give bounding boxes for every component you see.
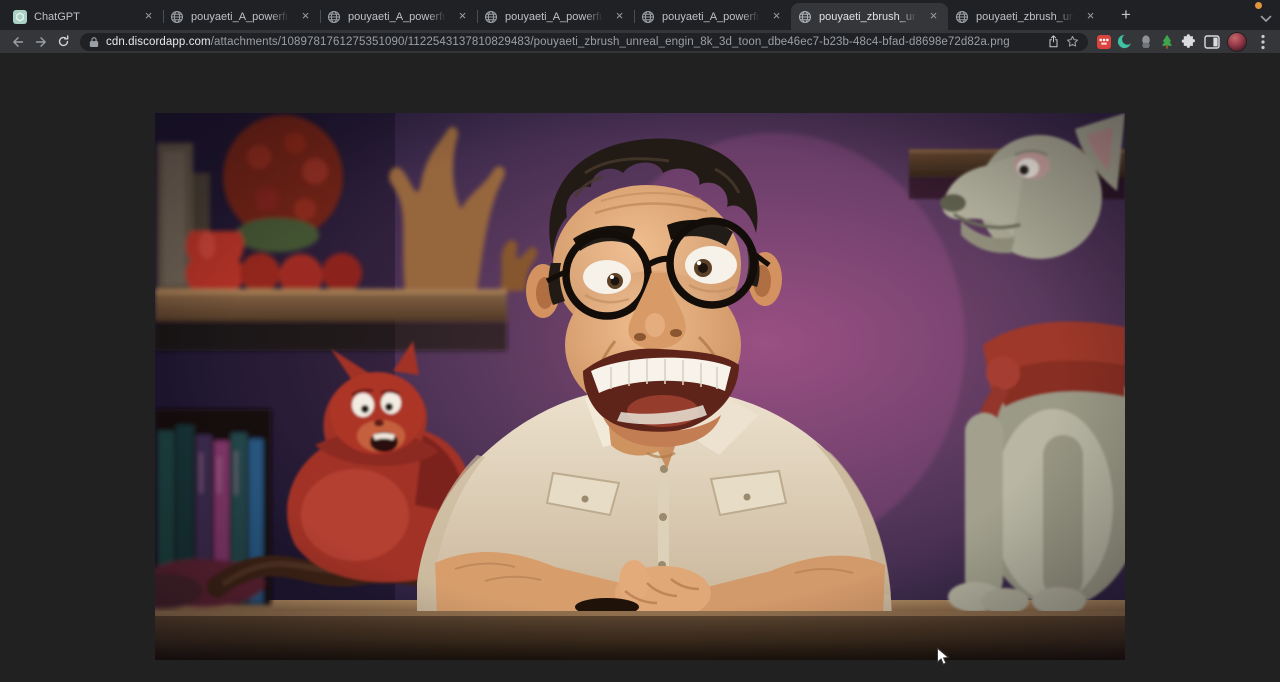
tab-search-chevron-icon[interactable] xyxy=(1260,10,1272,28)
tab-pouyaeti-powerful-3[interactable]: pouyaeti_A_powerful_modern × xyxy=(477,3,634,30)
artwork-vignette xyxy=(155,113,1125,660)
update-notification-dot xyxy=(1255,2,1262,9)
globe-favicon-icon xyxy=(484,10,498,24)
url-domain: cdn.discordapp.com xyxy=(106,36,211,48)
url-text: cdn.discordapp.com/attachments/108978176… xyxy=(106,36,1041,48)
globe-favicon-icon xyxy=(798,10,812,24)
browser-window: ChatGPT × pouyaeti_A_powerful_modern × p… xyxy=(0,0,1280,682)
profile-avatar[interactable] xyxy=(1227,32,1247,52)
tab-title: pouyaeti_A_powerful_modern xyxy=(662,11,762,23)
extensions-puzzle-icon[interactable] xyxy=(1177,31,1200,52)
tab-title: pouyaeti_A_powerful_modern xyxy=(191,11,291,23)
tab-pouyaeti-powerful-1[interactable]: pouyaeti_A_powerful_modern × xyxy=(163,3,320,30)
tree-extension-icon[interactable] xyxy=(1156,31,1177,52)
dark-reader-moon-icon[interactable] xyxy=(1114,31,1135,52)
globe-favicon-icon xyxy=(327,10,341,24)
discord-image-attachment[interactable] xyxy=(155,113,1125,660)
page-content xyxy=(0,53,1280,682)
address-bar[interactable]: cdn.discordapp.com/attachments/108978176… xyxy=(80,33,1088,51)
tab-pouyaeti-powerful-4[interactable]: pouyaeti_A_powerful_modern × xyxy=(634,3,791,30)
new-tab-button[interactable]: + xyxy=(1114,3,1138,27)
padlock-icon[interactable] xyxy=(89,36,99,48)
url-path: /attachments/1089781761275351090/1122543… xyxy=(211,36,1010,48)
tab-title: pouyaeti_zbrush_unreal_engin xyxy=(819,11,919,23)
chatgpt-favicon-icon xyxy=(13,10,27,24)
reload-button[interactable] xyxy=(52,31,75,52)
globe-favicon-icon xyxy=(641,10,655,24)
gray-extension-icon[interactable] xyxy=(1135,31,1156,52)
red-grid-extension-icon[interactable] xyxy=(1093,31,1114,52)
share-icon[interactable] xyxy=(1048,35,1059,48)
browser-toolbar: cdn.discordapp.com/attachments/108978176… xyxy=(0,30,1280,53)
tab-title: pouyaeti_A_powerful_modern xyxy=(505,11,605,23)
tab-close-button[interactable]: × xyxy=(298,9,313,24)
menu-kebab-icon[interactable] xyxy=(1251,31,1274,52)
tab-close-button[interactable]: × xyxy=(769,9,784,24)
side-panel-icon[interactable] xyxy=(1200,31,1223,52)
tab-title: pouyaeti_A_powerful_modern xyxy=(348,11,448,23)
tab-strip: ChatGPT × pouyaeti_A_powerful_modern × p… xyxy=(0,0,1280,30)
mouse-cursor xyxy=(936,647,950,671)
globe-favicon-icon xyxy=(170,10,184,24)
tab-title: pouyaeti_zbrush_unreal_engin xyxy=(976,11,1076,23)
tab-close-button[interactable]: × xyxy=(1083,9,1098,24)
tab-title: ChatGPT xyxy=(34,11,134,23)
tab-close-button[interactable]: × xyxy=(455,9,470,24)
tab-close-button[interactable]: × xyxy=(141,9,156,24)
tab-chatgpt[interactable]: ChatGPT × xyxy=(6,3,163,30)
tab-pouyaeti-zbrush-active[interactable]: pouyaeti_zbrush_unreal_engin × xyxy=(791,3,948,30)
forward-button[interactable] xyxy=(29,31,52,52)
tab-close-button[interactable]: × xyxy=(926,9,941,24)
globe-favicon-icon xyxy=(955,10,969,24)
tab-close-button[interactable]: × xyxy=(612,9,627,24)
back-button[interactable] xyxy=(6,31,29,52)
bookmark-star-icon[interactable] xyxy=(1066,35,1079,48)
tab-pouyaeti-powerful-2[interactable]: pouyaeti_A_powerful_modern × xyxy=(320,3,477,30)
tab-pouyaeti-zbrush-2[interactable]: pouyaeti_zbrush_unreal_engin × xyxy=(948,3,1105,30)
